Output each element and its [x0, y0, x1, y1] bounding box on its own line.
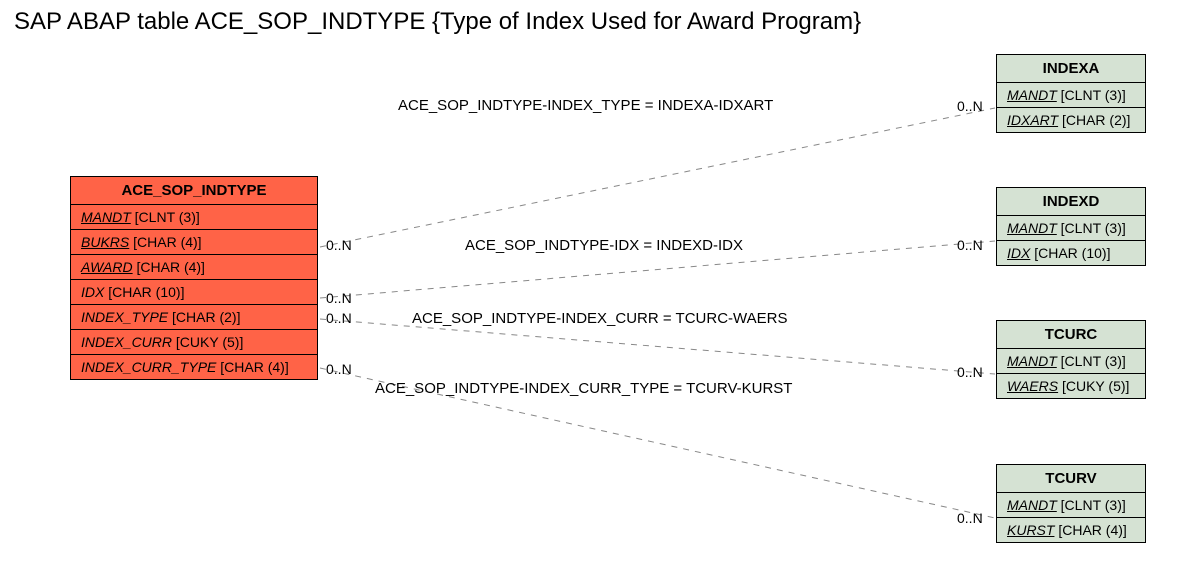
- entity-title: TCURC: [997, 321, 1145, 349]
- entity-field: INDEX_TYPE [CHAR (2)]: [71, 305, 317, 330]
- entity-tcurv: TCURV MANDT [CLNT (3)] KURST [CHAR (4)]: [996, 464, 1146, 543]
- entity-field: BUKRS [CHAR (4)]: [71, 230, 317, 255]
- entity-field: MANDT [CLNT (3)]: [997, 493, 1145, 518]
- relation-label: ACE_SOP_INDTYPE-INDEX_CURR = TCURC-WAERS: [412, 310, 787, 327]
- entity-title: ACE_SOP_INDTYPE: [71, 177, 317, 205]
- entity-title: INDEXA: [997, 55, 1145, 83]
- entity-field: WAERS [CUKY (5)]: [997, 374, 1145, 398]
- cardinality: 0..N: [326, 361, 352, 377]
- cardinality: 0..N: [957, 364, 983, 380]
- entity-field: MANDT [CLNT (3)]: [997, 216, 1145, 241]
- cardinality: 0..N: [957, 98, 983, 114]
- entity-ace-sop-indtype: ACE_SOP_INDTYPE MANDT [CLNT (3)] BUKRS […: [70, 176, 318, 380]
- cardinality: 0..N: [326, 310, 352, 326]
- cardinality: 0..N: [326, 290, 352, 306]
- entity-field: INDEX_CURR_TYPE [CHAR (4)]: [71, 355, 317, 379]
- entity-field: INDEX_CURR [CUKY (5)]: [71, 330, 317, 355]
- cardinality: 0..N: [957, 510, 983, 526]
- relation-label: ACE_SOP_INDTYPE-INDEX_CURR_TYPE = TCURV-…: [375, 380, 792, 397]
- entity-indexa: INDEXA MANDT [CLNT (3)] IDXART [CHAR (2)…: [996, 54, 1146, 133]
- entity-tcurc: TCURC MANDT [CLNT (3)] WAERS [CUKY (5)]: [996, 320, 1146, 399]
- entity-field: IDXART [CHAR (2)]: [997, 108, 1145, 132]
- entity-field: MANDT [CLNT (3)]: [71, 205, 317, 230]
- relation-label: ACE_SOP_INDTYPE-IDX = INDEXD-IDX: [465, 237, 743, 254]
- cardinality: 0..N: [326, 237, 352, 253]
- entity-title: INDEXD: [997, 188, 1145, 216]
- entity-field: IDX [CHAR (10)]: [71, 280, 317, 305]
- entity-field: MANDT [CLNT (3)]: [997, 349, 1145, 374]
- entity-title: TCURV: [997, 465, 1145, 493]
- page-title: SAP ABAP table ACE_SOP_INDTYPE {Type of …: [14, 8, 861, 36]
- entity-field: MANDT [CLNT (3)]: [997, 83, 1145, 108]
- relation-label: ACE_SOP_INDTYPE-INDEX_TYPE = INDEXA-IDXA…: [398, 97, 773, 114]
- entity-indexd: INDEXD MANDT [CLNT (3)] IDX [CHAR (10)]: [996, 187, 1146, 266]
- entity-field: KURST [CHAR (4)]: [997, 518, 1145, 542]
- entity-field: IDX [CHAR (10)]: [997, 241, 1145, 265]
- cardinality: 0..N: [957, 237, 983, 253]
- entity-field: AWARD [CHAR (4)]: [71, 255, 317, 280]
